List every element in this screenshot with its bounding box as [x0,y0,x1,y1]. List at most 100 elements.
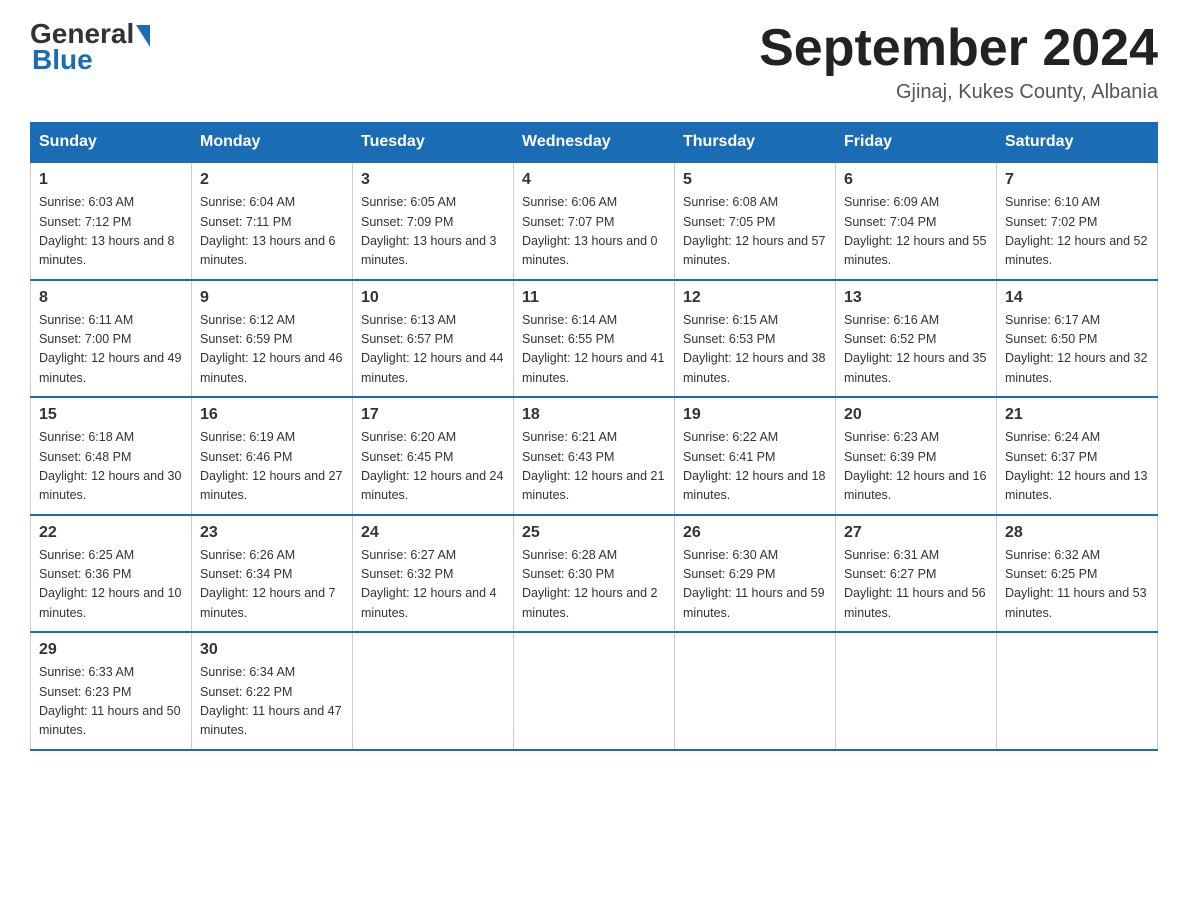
calendar-cell: 7 Sunrise: 6:10 AMSunset: 7:02 PMDaylight… [997,162,1158,280]
calendar-cell: 27 Sunrise: 6:31 AMSunset: 6:27 PMDayligh… [836,515,997,633]
day-info: Sunrise: 6:22 AMSunset: 6:41 PMDaylight:… [683,428,827,506]
calendar-cell: 1 Sunrise: 6:03 AMSunset: 7:12 PMDaylight… [31,162,192,280]
day-info: Sunrise: 6:34 AMSunset: 6:22 PMDaylight:… [200,663,344,741]
day-info: Sunrise: 6:26 AMSunset: 6:34 PMDaylight:… [200,546,344,624]
calendar-cell [675,632,836,750]
col-header-saturday: Saturday [997,123,1158,163]
day-number: 1 [39,171,183,189]
calendar-cell: 29 Sunrise: 6:33 AMSunset: 6:23 PMDayligh… [31,632,192,750]
day-number: 15 [39,406,183,424]
day-info: Sunrise: 6:16 AMSunset: 6:52 PMDaylight:… [844,311,988,389]
logo-arrow-icon [136,25,150,47]
day-info: Sunrise: 6:08 AMSunset: 7:05 PMDaylight:… [683,193,827,271]
day-number: 12 [683,289,827,307]
day-info: Sunrise: 6:21 AMSunset: 6:43 PMDaylight:… [522,428,666,506]
calendar-cell: 25Sunrise: 6:28 AMSunset: 6:30 PMDayligh… [514,515,675,633]
day-info: Sunrise: 6:04 AMSunset: 7:11 PMDaylight:… [200,193,344,271]
logo-blue-text: Blue [32,44,93,75]
day-info: Sunrise: 6:14 AMSunset: 6:55 PMDaylight:… [522,311,666,389]
day-info: Sunrise: 6:10 AMSunset: 7:02 PMDaylight:… [1005,193,1149,271]
calendar-table: SundayMondayTuesdayWednesdayThursdayFrid… [30,122,1158,751]
col-header-thursday: Thursday [675,123,836,163]
day-number: 16 [200,406,344,424]
month-title: September 2024 [759,20,1158,77]
calendar-cell: 4 Sunrise: 6:06 AMSunset: 7:07 PMDaylight… [514,162,675,280]
calendar-cell: 10 Sunrise: 6:13 AMSunset: 6:57 PMDayligh… [353,280,514,398]
day-number: 14 [1005,289,1149,307]
day-number: 17 [361,406,505,424]
day-info: Sunrise: 6:32 AMSunset: 6:25 PMDaylight:… [1005,546,1149,624]
calendar-cell: 3Sunrise: 6:05 AMSunset: 7:09 PMDaylight… [353,162,514,280]
day-info: Sunrise: 6:31 AMSunset: 6:27 PMDaylight:… [844,546,988,624]
title-block: September 2024 Gjinaj, Kukes County, Alb… [759,20,1158,104]
day-info: Sunrise: 6:24 AMSunset: 6:37 PMDaylight:… [1005,428,1149,506]
day-number: 11 [522,289,666,307]
day-info: Sunrise: 6:33 AMSunset: 6:23 PMDaylight:… [39,663,183,741]
day-number: 19 [683,406,827,424]
calendar-cell: 21 Sunrise: 6:24 AMSunset: 6:37 PMDayligh… [997,397,1158,515]
day-info: Sunrise: 6:30 AMSunset: 6:29 PMDaylight:… [683,546,827,624]
calendar-cell: 20Sunrise: 6:23 AMSunset: 6:39 PMDayligh… [836,397,997,515]
day-number: 27 [844,524,988,542]
logo: General Blue [30,20,152,76]
calendar-cell: 5 Sunrise: 6:08 AMSunset: 7:05 PMDaylight… [675,162,836,280]
day-info: Sunrise: 6:11 AMSunset: 7:00 PMDaylight:… [39,311,183,389]
calendar-cell [514,632,675,750]
day-number: 5 [683,171,827,189]
day-info: Sunrise: 6:05 AMSunset: 7:09 PMDaylight:… [361,193,505,271]
calendar-cell: 15 Sunrise: 6:18 AMSunset: 6:48 PMDayligh… [31,397,192,515]
day-number: 22 [39,524,183,542]
calendar-cell [997,632,1158,750]
calendar-cell: 24 Sunrise: 6:27 AMSunset: 6:32 PMDayligh… [353,515,514,633]
calendar-cell: 17 Sunrise: 6:20 AMSunset: 6:45 PMDayligh… [353,397,514,515]
day-info: Sunrise: 6:13 AMSunset: 6:57 PMDaylight:… [361,311,505,389]
day-info: Sunrise: 6:15 AMSunset: 6:53 PMDaylight:… [683,311,827,389]
day-info: Sunrise: 6:19 AMSunset: 6:46 PMDaylight:… [200,428,344,506]
day-info: Sunrise: 6:20 AMSunset: 6:45 PMDaylight:… [361,428,505,506]
day-number: 18 [522,406,666,424]
col-header-wednesday: Wednesday [514,123,675,163]
day-number: 10 [361,289,505,307]
day-number: 26 [683,524,827,542]
col-header-friday: Friday [836,123,997,163]
calendar-cell: 30Sunrise: 6:34 AMSunset: 6:22 PMDayligh… [192,632,353,750]
page-header: General Blue September 2024 Gjinaj, Kuke… [30,20,1158,104]
day-number: 24 [361,524,505,542]
calendar-cell: 23 Sunrise: 6:26 AMSunset: 6:34 PMDayligh… [192,515,353,633]
day-number: 13 [844,289,988,307]
day-info: Sunrise: 6:25 AMSunset: 6:36 PMDaylight:… [39,546,183,624]
day-number: 4 [522,171,666,189]
day-number: 23 [200,524,344,542]
day-number: 9 [200,289,344,307]
calendar-cell: 13 Sunrise: 6:16 AMSunset: 6:52 PMDayligh… [836,280,997,398]
calendar-cell: 8 Sunrise: 6:11 AMSunset: 7:00 PMDaylight… [31,280,192,398]
day-info: Sunrise: 6:23 AMSunset: 6:39 PMDaylight:… [844,428,988,506]
calendar-cell: 22 Sunrise: 6:25 AMSunset: 6:36 PMDayligh… [31,515,192,633]
day-number: 29 [39,641,183,659]
day-info: Sunrise: 6:27 AMSunset: 6:32 PMDaylight:… [361,546,505,624]
calendar-cell: 12 Sunrise: 6:15 AMSunset: 6:53 PMDayligh… [675,280,836,398]
calendar-cell: 26 Sunrise: 6:30 AMSunset: 6:29 PMDayligh… [675,515,836,633]
day-number: 2 [200,171,344,189]
calendar-cell: 19 Sunrise: 6:22 AMSunset: 6:41 PMDayligh… [675,397,836,515]
day-number: 21 [1005,406,1149,424]
calendar-header-row: SundayMondayTuesdayWednesdayThursdayFrid… [31,123,1158,163]
day-number: 6 [844,171,988,189]
day-info: Sunrise: 6:09 AMSunset: 7:04 PMDaylight:… [844,193,988,271]
location-subtitle: Gjinaj, Kukes County, Albania [759,81,1158,104]
day-number: 28 [1005,524,1149,542]
calendar-cell: 9Sunrise: 6:12 AMSunset: 6:59 PMDaylight… [192,280,353,398]
day-info: Sunrise: 6:03 AMSunset: 7:12 PMDaylight:… [39,193,183,271]
day-number: 7 [1005,171,1149,189]
calendar-cell: 11 Sunrise: 6:14 AMSunset: 6:55 PMDayligh… [514,280,675,398]
calendar-cell: 6 Sunrise: 6:09 AMSunset: 7:04 PMDaylight… [836,162,997,280]
calendar-cell: 14Sunrise: 6:17 AMSunset: 6:50 PMDayligh… [997,280,1158,398]
calendar-cell: 18 Sunrise: 6:21 AMSunset: 6:43 PMDayligh… [514,397,675,515]
calendar-cell [353,632,514,750]
calendar-cell: 16 Sunrise: 6:19 AMSunset: 6:46 PMDayligh… [192,397,353,515]
day-number: 8 [39,289,183,307]
day-info: Sunrise: 6:18 AMSunset: 6:48 PMDaylight:… [39,428,183,506]
day-number: 25 [522,524,666,542]
col-header-monday: Monday [192,123,353,163]
day-info: Sunrise: 6:06 AMSunset: 7:07 PMDaylight:… [522,193,666,271]
